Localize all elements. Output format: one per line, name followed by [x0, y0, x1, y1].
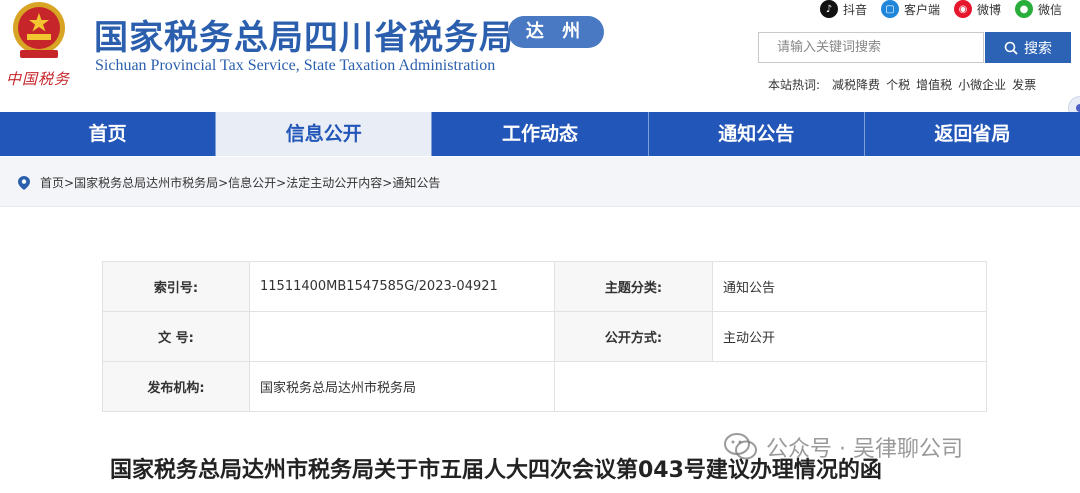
- breadcrumb: 首页 > 国家税务总局达州市税务局 > 信息公开 > 法定主动公开内容 > 通知…: [18, 174, 440, 191]
- social-link-wechat[interactable]: ● 微信: [1015, 0, 1062, 18]
- douyin-icon: ♪: [820, 0, 838, 18]
- social-label: 客户端: [904, 2, 941, 17]
- search-button[interactable]: 搜索: [985, 32, 1071, 63]
- client-app-icon: ▢: [881, 0, 900, 18]
- hot-word[interactable]: 增值税: [916, 76, 952, 93]
- search-input[interactable]: [759, 33, 983, 62]
- topic-category-value: 通知公告: [712, 261, 987, 312]
- disclosure-method-label: 公开方式:: [554, 311, 713, 362]
- breadcrumb-bar: 首页 > 国家税务总局达州市税务局 > 信息公开 > 法定主动公开内容 > 通知…: [0, 157, 1080, 207]
- breadcrumb-notices[interactable]: 通知公告: [392, 174, 440, 191]
- table-row: 索引号: 11511400MB1547585G/2023-04921 主题分类:…: [102, 261, 987, 312]
- hot-words-label: 本站热词:: [768, 78, 821, 92]
- document-number-value: [249, 311, 555, 362]
- nav-item-notices[interactable]: 通知公告: [649, 112, 865, 156]
- search-box: [758, 32, 984, 63]
- breadcrumb-separator: >: [382, 175, 393, 190]
- table-row: 发布机构: 国家税务总局达州市税务局: [102, 361, 987, 412]
- breadcrumb-home[interactable]: 首页: [40, 174, 64, 191]
- breadcrumb-separator: >: [218, 175, 229, 190]
- hot-word[interactable]: 发票: [1012, 76, 1036, 93]
- social-link-douyin[interactable]: ♪ 抖音: [820, 0, 867, 18]
- breadcrumb-info-disclosure[interactable]: 信息公开: [228, 174, 276, 191]
- empty-cell: [554, 361, 987, 412]
- watermark-text: 公众号 · 吴律聊公司: [766, 437, 963, 462]
- nav-item-info-disclosure[interactable]: 信息公开: [216, 112, 433, 156]
- nav-item-work-news[interactable]: 工作动态: [432, 112, 649, 156]
- nav-item-back-to-province[interactable]: 返回省局: [865, 112, 1080, 156]
- disclosure-method-value: 主动公开: [712, 311, 987, 362]
- weibo-icon: ◉: [954, 0, 973, 18]
- social-label: 微博: [977, 2, 1002, 17]
- breadcrumb-separator: >: [276, 175, 287, 190]
- topic-category-label: 主题分类:: [554, 261, 713, 312]
- hot-word[interactable]: 小微企业: [958, 76, 1006, 93]
- nav-item-home[interactable]: 首页: [0, 112, 217, 156]
- social-link-weibo[interactable]: ◉ 微博: [954, 0, 1001, 18]
- brand-script-logo: 中国税务: [6, 70, 71, 88]
- social-links: ♪ 抖音 ▢ 客户端 ◉ 微博 ● 微信: [820, 0, 1062, 18]
- social-label: 微信: [1038, 2, 1063, 17]
- site-title[interactable]: 国家税务总局四川省税务局: [94, 10, 514, 59]
- national-emblem-icon: [13, 2, 65, 58]
- document-number-label: 文 号:: [102, 311, 250, 362]
- search-button-label: 搜索: [1024, 40, 1052, 57]
- issuing-agency-label: 发布机构:: [102, 361, 250, 412]
- social-label: 抖音: [843, 2, 868, 17]
- document-info-table: 索引号: 11511400MB1547585G/2023-04921 主题分类:…: [102, 261, 987, 412]
- index-number-value: 11511400MB1547585G/2023-04921: [249, 261, 555, 312]
- hot-word[interactable]: 减税降费: [832, 76, 880, 93]
- wechat-icon: ●: [1015, 0, 1034, 18]
- social-link-client[interactable]: ▢ 客户端: [881, 0, 940, 18]
- site-subtitle: Sichuan Provincial Tax Service, State Ta…: [95, 57, 496, 74]
- site-header: 中国税务 国家税务总局四川省税务局 达 州 Sichuan Provincial…: [0, 0, 1080, 120]
- breadcrumb-statutory-content[interactable]: 法定主动公开内容: [286, 174, 382, 191]
- city-badge: 达 州: [508, 16, 604, 48]
- breadcrumb-city-bureau[interactable]: 国家税务总局达州市税务局: [74, 174, 218, 191]
- main-nav: 首页 信息公开 工作动态 通知公告 返回省局: [0, 112, 1080, 156]
- index-number-label: 索引号:: [102, 261, 250, 312]
- issuing-agency-value: 国家税务总局达州市税务局: [249, 361, 555, 412]
- table-row: 文 号: 公开方式: 主动公开: [102, 311, 987, 362]
- breadcrumb-separator: >: [64, 175, 75, 190]
- search-icon: [1004, 41, 1018, 55]
- hot-words: 本站热词: 减税降费 个税 增值税 小微企业 发票: [768, 76, 1036, 93]
- hot-word[interactable]: 个税: [886, 76, 910, 93]
- wechat-watermark-icon: [724, 433, 757, 460]
- location-pin-icon: [18, 175, 30, 190]
- watermark: 公众号 · 吴律聊公司: [724, 431, 963, 463]
